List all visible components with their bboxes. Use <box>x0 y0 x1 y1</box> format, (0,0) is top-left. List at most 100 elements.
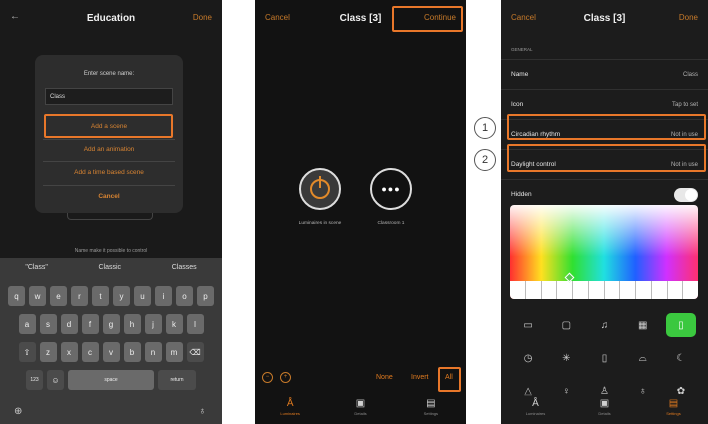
tab-details[interactable]: ▣ Details <box>340 397 380 416</box>
globe-icon[interactable]: ⊕ <box>14 406 22 417</box>
details-icon: ▣ <box>599 398 610 409</box>
tab-label: Details <box>598 411 611 416</box>
presentation-icon[interactable]: ▯ <box>665 313 696 337</box>
key[interactable]: y <box>113 286 130 306</box>
phone-education-screen: ← Education Done Enter scene name: Class… <box>0 0 222 424</box>
select-none-button[interactable]: None <box>376 374 393 381</box>
key[interactable]: o <box>176 286 193 306</box>
key[interactable]: h <box>123 314 141 334</box>
hidden-toggle[interactable] <box>674 187 698 202</box>
cancel-button[interactable]: Cancel <box>265 13 290 22</box>
key[interactable]: j <box>144 314 162 334</box>
music-note-icon[interactable]: ♫ <box>585 313 623 337</box>
highlight-add-scene <box>44 114 173 138</box>
key[interactable]: q <box>8 286 25 306</box>
tab-luminaires[interactable]: Å Luminaires <box>516 397 556 416</box>
hint-text: Name make it possible to control <box>74 248 148 254</box>
tab-label: Details <box>354 411 367 416</box>
page-title: Class [3] <box>583 12 626 24</box>
media-icon[interactable]: ▦ <box>624 313 662 337</box>
wall-lamp-icon[interactable]: ☾ <box>662 346 700 370</box>
cancel-button[interactable]: Cancel <box>511 13 536 22</box>
highlight-circadian-rhythm <box>507 114 706 140</box>
key[interactable]: u <box>134 286 151 306</box>
white-swatch-row[interactable] <box>510 281 698 299</box>
done-button[interactable]: Done <box>679 13 698 22</box>
tab-bar: Å Luminaires ▣ Details ▤ Settings <box>255 394 466 424</box>
device-label: Luminaires in scene <box>298 221 342 226</box>
key[interactable]: s <box>39 314 57 334</box>
key[interactable]: f <box>81 314 99 334</box>
key[interactable]: m <box>165 342 183 362</box>
tab-bar: Å Luminaires ▣ Details ▤ Settings <box>501 394 708 424</box>
key-row-1: q w e r t y u i o p <box>4 286 218 306</box>
classroom-1-button[interactable]: ●●● <box>370 168 412 210</box>
key[interactable]: d <box>60 314 78 334</box>
timer-icon[interactable]: ◷ <box>509 346 547 370</box>
tab-settings[interactable]: ▤ Settings <box>654 397 694 416</box>
settings-icon: ▤ <box>426 398 436 409</box>
cancel-option[interactable]: Cancel <box>35 193 183 200</box>
tab-label: Luminaires <box>525 411 546 416</box>
row-value: Class <box>682 71 698 78</box>
arrow-left-icon[interactable]: ← <box>10 11 20 22</box>
key[interactable]: k <box>165 314 183 334</box>
invert-selection-button[interactable]: Invert <box>411 374 429 381</box>
key[interactable]: x <box>60 342 78 362</box>
highlight-all <box>438 367 461 392</box>
zoom-in-icon[interactable]: + <box>280 372 291 383</box>
tab-settings[interactable]: ▤ Settings <box>411 397 451 416</box>
projector-icon[interactable]: ▭ <box>509 313 547 337</box>
tab-luminaires[interactable]: Å Luminaires <box>270 397 310 416</box>
key[interactable]: i <box>155 286 172 306</box>
zoom-out-icon[interactable]: − <box>262 372 273 383</box>
shift-icon[interactable]: ⇧ <box>18 342 36 362</box>
backspace-icon[interactable]: ⌫ <box>186 342 204 362</box>
monitor-icon[interactable]: ▢ <box>547 313 585 337</box>
suggestion-1[interactable]: "Class" <box>25 264 47 280</box>
emoji-icon[interactable]: ☺ <box>47 370 64 390</box>
key[interactable]: n <box>144 342 162 362</box>
done-button[interactable]: Done <box>193 13 212 22</box>
key[interactable]: z <box>39 342 57 362</box>
row-label: Name <box>511 71 529 78</box>
luminaires-in-scene-button[interactable] <box>299 168 341 210</box>
key[interactable]: g <box>102 314 120 334</box>
row-label: Icon <box>511 101 524 108</box>
tab-details[interactable]: ▣ Details <box>585 397 625 416</box>
key[interactable]: w <box>29 286 46 306</box>
microphone-icon[interactable]: ♁ <box>199 406 207 417</box>
key[interactable]: v <box>102 342 120 362</box>
highlight-continue <box>392 6 463 32</box>
key[interactable]: b <box>123 342 141 362</box>
suggestion-3[interactable]: Classes <box>172 264 197 280</box>
dialog-shadow <box>67 213 153 220</box>
return-key[interactable]: return <box>158 370 196 390</box>
ceiling-lamp-icon[interactable]: ⌓ <box>624 346 662 370</box>
row-name[interactable]: Name Class <box>501 59 708 89</box>
numbers-key[interactable]: 123 <box>26 370 43 390</box>
luminaire-icon: Å <box>532 398 539 409</box>
selection-bar: − + None Invert All <box>255 372 466 388</box>
sun-icon[interactable]: ✳ <box>547 346 585 370</box>
key[interactable]: c <box>81 342 99 362</box>
key[interactable]: r <box>71 286 88 306</box>
phone-scene-settings-screen: Cancel Class [3] Done GENERAL Name Class… <box>501 0 708 424</box>
key[interactable]: a <box>18 314 36 334</box>
dialog-title: Enter scene name: <box>83 71 135 77</box>
add-time-based-scene-option[interactable]: Add a time based scene <box>35 169 183 176</box>
door-icon[interactable]: ▯ <box>585 346 623 370</box>
key[interactable]: e <box>50 286 67 306</box>
row-value: Tap to set <box>671 101 698 108</box>
power-icon-bar <box>319 176 321 188</box>
suggestion-2[interactable]: Classic <box>98 264 121 280</box>
color-picker[interactable] <box>510 205 698 299</box>
space-key[interactable]: space <box>68 370 154 390</box>
key[interactable]: l <box>186 314 204 334</box>
add-animation-option[interactable]: Add an animation <box>35 146 183 153</box>
callout-2: 2 <box>474 149 496 171</box>
key[interactable]: t <box>92 286 109 306</box>
scene-name-input[interactable]: Class <box>45 88 173 105</box>
key[interactable]: p <box>197 286 214 306</box>
keyboard: "Class" Classic Classes q w e r t y u i … <box>0 258 222 424</box>
